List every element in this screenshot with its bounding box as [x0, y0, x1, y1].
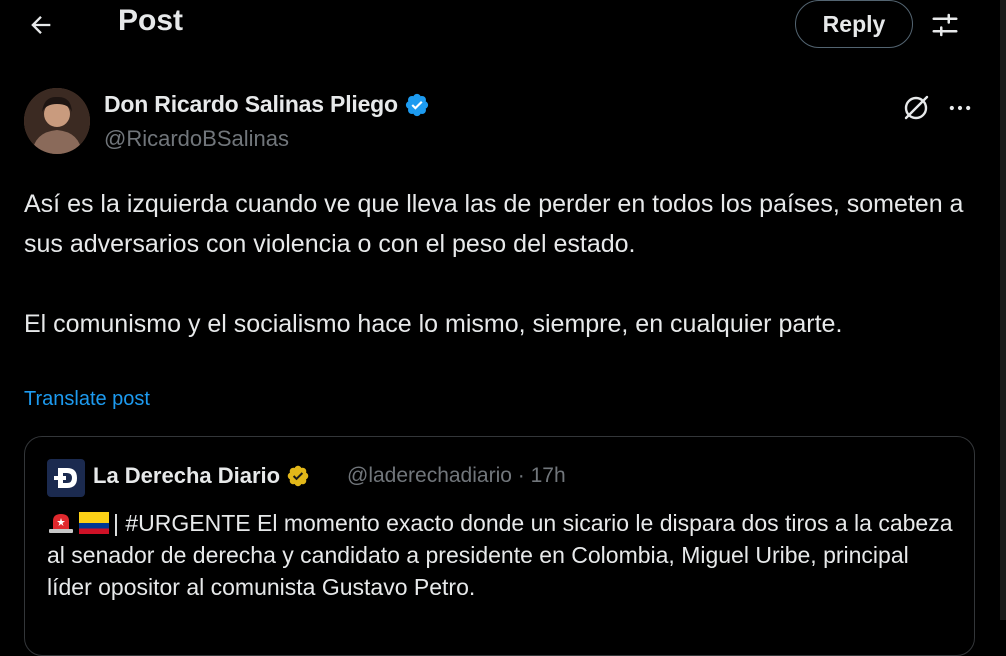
avatar[interactable] — [24, 88, 90, 154]
quote-text: | #URGENTE El momento exacto donde un si… — [47, 507, 957, 603]
author-name[interactable]: Don Ricardo Salinas Pliego — [104, 91, 430, 118]
translate-link[interactable]: Translate post — [24, 388, 150, 411]
siren-emoji-icon — [49, 514, 73, 533]
post-paragraph-1: Así es la izquierda cuando ve que lleva … — [24, 190, 964, 258]
post-paragraph-2: El comunismo y el socialismo hace lo mis… — [24, 310, 843, 338]
back-button[interactable] — [26, 10, 56, 40]
quote-handle-text: @laderechadiario — [347, 464, 512, 487]
post-text: Así es la izquierda cuando ve que lleva … — [24, 184, 984, 344]
quote-author-handle: @laderechadiario · 17h — [347, 464, 566, 488]
colombia-flag-icon — [79, 512, 109, 534]
quoted-post[interactable]: La Derecha Diario @laderechadiario · 17h… — [24, 436, 975, 656]
scrollbar[interactable] — [1000, 0, 1006, 620]
page-title: Post — [118, 4, 184, 37]
grok-button[interactable] — [900, 92, 932, 124]
quote-author-name-text: La Derecha Diario — [93, 463, 281, 488]
more-icon — [949, 105, 971, 111]
quote-avatar[interactable] — [47, 459, 85, 497]
adjust-button[interactable] — [928, 8, 962, 42]
quote-author-name: La Derecha Diario — [93, 463, 310, 489]
header: Post Reply — [0, 0, 1000, 48]
author-name-text: Don Ricardo Salinas Pliego — [104, 91, 398, 117]
verified-badge-icon — [405, 93, 428, 116]
gold-verified-badge-icon — [287, 465, 309, 487]
author-handle[interactable]: @RicardoBSalinas — [104, 126, 289, 152]
quote-text-body: | #URGENTE El momento exacto donde un si… — [47, 510, 953, 600]
adjust-icon — [932, 13, 958, 37]
grok-icon — [904, 95, 929, 120]
more-button[interactable] — [944, 92, 976, 124]
reply-button[interactable]: Reply — [795, 0, 913, 48]
back-arrow-icon — [31, 16, 51, 34]
quote-time: · 17h — [517, 464, 566, 487]
